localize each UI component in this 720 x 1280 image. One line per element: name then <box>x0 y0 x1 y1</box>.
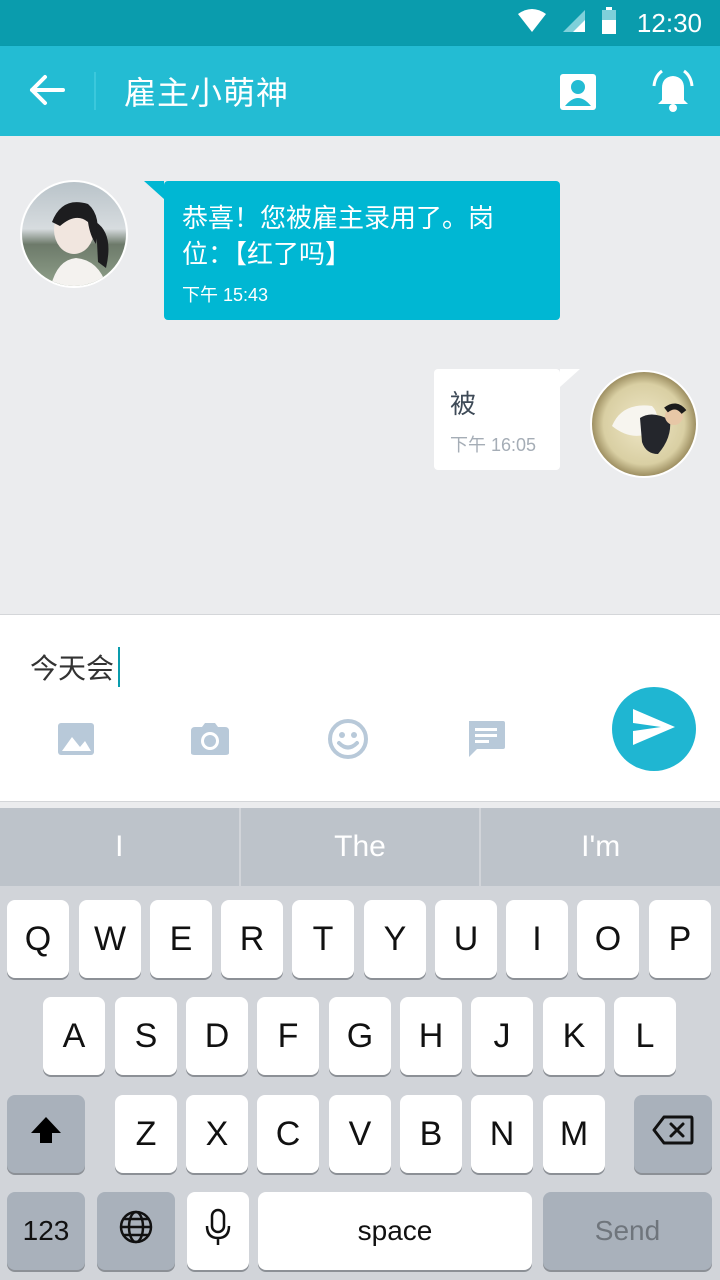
notification-button[interactable] <box>648 66 698 116</box>
arrow-left-icon <box>29 74 65 110</box>
message-text: 位：【红了吗】 <box>182 240 352 270</box>
key-h[interactable]: H <box>400 997 462 1075</box>
globe-icon <box>118 1209 154 1254</box>
suggestion-bar: I The I'm <box>0 808 720 886</box>
quick-reply-button[interactable] <box>464 719 508 763</box>
image-icon <box>56 721 96 761</box>
app-header: 雇主小萌神 <box>0 46 720 136</box>
message-text: 被 <box>450 390 477 420</box>
shift-key[interactable] <box>7 1095 85 1173</box>
input-text: 今天会 <box>30 652 115 685</box>
smiley-icon <box>327 718 369 764</box>
suggestion-item[interactable]: The <box>241 808 482 886</box>
user-avatar[interactable] <box>590 370 698 478</box>
message-composer: 今天会 <box>0 614 720 802</box>
camera-button[interactable] <box>188 719 232 763</box>
suggestion-item[interactable]: I'm <box>481 808 720 886</box>
image-button[interactable] <box>54 719 98 763</box>
status-time: 12:30 <box>636 7 702 38</box>
globe-key[interactable] <box>97 1192 175 1270</box>
key-q[interactable]: Q <box>7 900 69 978</box>
chat-area[interactable]: 恭喜！您被雇主录用了。岗 位：【红了吗】 下午 15:43 被 下午 16:05 <box>0 136 720 614</box>
key-m[interactable]: M <box>543 1095 605 1173</box>
message-time: 下午 16:05 <box>450 435 537 455</box>
key-y[interactable]: Y <box>364 900 426 978</box>
on-screen-keyboard: I The I'm Q W E R T Y U I O P A S D F G … <box>0 808 720 1280</box>
key-f[interactable]: F <box>257 997 319 1075</box>
backspace-icon <box>652 1115 694 1154</box>
battery-icon <box>601 7 617 39</box>
key-k[interactable]: K <box>543 997 605 1075</box>
key-v[interactable]: V <box>329 1095 391 1173</box>
send-icon <box>631 707 677 751</box>
shift-arrow-icon <box>29 1115 63 1154</box>
key-g[interactable]: G <box>329 997 391 1075</box>
key-r[interactable]: R <box>221 900 283 978</box>
page-title: 雇主小萌神 <box>124 74 290 112</box>
key-b[interactable]: B <box>400 1095 462 1173</box>
camera-icon <box>189 721 231 761</box>
text-cursor <box>118 647 121 687</box>
space-key[interactable]: space <box>258 1192 532 1270</box>
key-l[interactable]: L <box>614 997 676 1075</box>
status-bar: 12:30 <box>0 0 720 46</box>
key-s[interactable]: S <box>115 997 177 1075</box>
suggestion-item[interactable]: I <box>0 808 241 886</box>
incoming-message[interactable]: 恭喜！您被雇主录用了。岗 位：【红了吗】 下午 15:43 <box>144 181 560 320</box>
key-z[interactable]: Z <box>115 1095 177 1173</box>
numbers-key[interactable]: 123 <box>7 1192 85 1270</box>
key-x[interactable]: X <box>186 1095 248 1173</box>
microphone-key[interactable] <box>187 1192 249 1270</box>
key-u[interactable]: U <box>435 900 497 978</box>
contact-card-button[interactable] <box>556 70 600 114</box>
microphone-icon <box>204 1208 232 1255</box>
key-c[interactable]: C <box>257 1095 319 1173</box>
message-time: 下午 15:43 <box>182 285 269 305</box>
contact-card-icon <box>556 74 600 118</box>
message-text: 恭喜！您被雇主录用了。岗 <box>182 204 495 234</box>
key-e[interactable]: E <box>150 900 212 978</box>
key-j[interactable]: J <box>471 997 533 1075</box>
header-divider <box>94 72 96 110</box>
message-input[interactable]: 今天会 <box>30 643 590 691</box>
wifi-icon <box>517 8 547 38</box>
emoji-button[interactable] <box>326 719 370 763</box>
key-w[interactable]: W <box>79 900 141 978</box>
alarm-bell-icon <box>648 69 698 120</box>
outgoing-message[interactable]: 被 下午 16:05 <box>434 369 580 470</box>
keyboard-send-key[interactable]: Send <box>543 1192 712 1270</box>
key-t[interactable]: T <box>292 900 354 978</box>
key-o[interactable]: O <box>577 900 639 978</box>
key-p[interactable]: P <box>649 900 711 978</box>
key-a[interactable]: A <box>43 997 105 1075</box>
key-i[interactable]: I <box>506 900 568 978</box>
send-button[interactable] <box>612 687 696 771</box>
back-button[interactable] <box>22 70 72 114</box>
cell-signal-icon <box>561 8 587 38</box>
employer-avatar[interactable] <box>20 180 128 288</box>
message-icon <box>465 719 507 763</box>
key-n[interactable]: N <box>471 1095 533 1173</box>
key-d[interactable]: D <box>186 997 248 1075</box>
backspace-key[interactable] <box>634 1095 712 1173</box>
